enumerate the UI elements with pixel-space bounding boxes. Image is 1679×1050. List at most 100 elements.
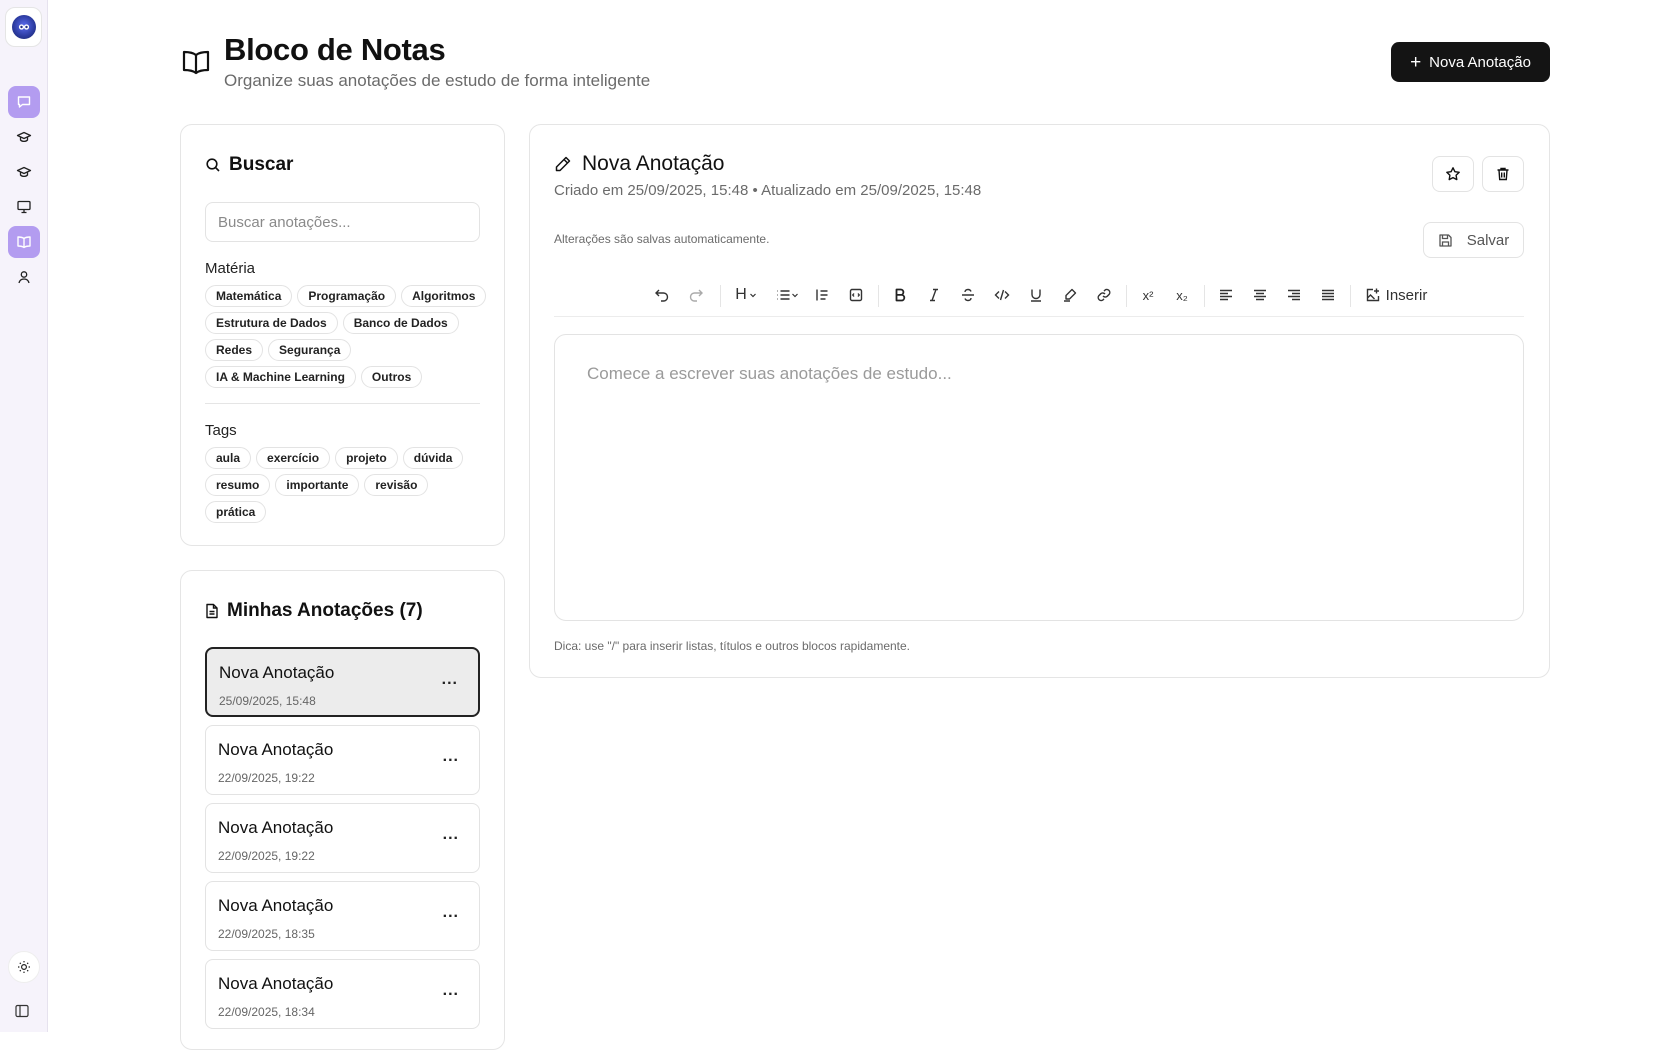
sidebar-item-presentations[interactable] [8,191,40,223]
editor-toolbar: H x² x₂ Inserir [554,275,1524,317]
note-date: 22/09/2025, 18:34 [218,1005,315,1019]
toolbar-separator [1350,285,1351,307]
search-panel-title: Buscar [205,154,293,176]
user-icon [18,271,30,284]
align-right-button[interactable] [1282,283,1306,307]
pencil-icon [555,156,571,172]
notes-list-panel: Minhas Anotações (7) Nova Anotação 25/09… [180,570,505,1050]
note-list-item[interactable]: Nova Anotação 22/09/2025, 18:34 ... [205,959,480,1029]
strikethrough-button[interactable] [956,283,980,307]
subject-chip[interactable]: Banco de Dados [342,312,459,334]
blockquote-button[interactable] [810,283,834,307]
book-open-icon [17,236,31,249]
tag-chip[interactable]: resumo [205,474,271,496]
search-input[interactable] [205,202,480,242]
subject-chip[interactable]: Programação [297,285,397,307]
note-list-item[interactable]: Nova Anotação 22/09/2025, 19:22 ... [205,803,480,873]
note-editor-panel: Nova Anotação Criado em 25/09/2025, 15:4… [529,124,1550,678]
toolbar-separator [1126,285,1127,307]
star-icon [1446,167,1460,181]
tag-chip[interactable]: importante [275,474,360,496]
more-options-icon[interactable]: ... [443,826,459,844]
redo-button[interactable] [684,283,708,307]
heading-icon: H [735,286,747,303]
trash-icon [1497,167,1509,181]
code-block-button[interactable] [844,283,868,307]
note-content-editor[interactable]: Comece a escrever suas anotações de estu… [554,334,1524,621]
redo-icon [689,289,703,302]
subject-chip[interactable]: Segurança [268,339,352,361]
save-button[interactable]: Salvar [1423,222,1524,258]
divider [205,403,480,404]
tags-label: Tags [205,422,237,439]
subscript-button[interactable]: x₂ [1170,283,1194,307]
note-editor-title[interactable]: Nova Anotação [554,152,724,176]
quote-icon [816,289,828,301]
sidebar-rail [0,0,48,1032]
favorite-button[interactable] [1432,156,1474,192]
new-note-button[interactable]: + Nova Anotação [1391,42,1550,82]
tag-chip[interactable]: prática [205,501,267,523]
sidebar-item-notes[interactable] [8,226,40,258]
editor-placeholder: Comece a escrever suas anotações de estu… [587,364,952,383]
book-open-icon [182,50,210,75]
align-center-button[interactable] [1248,283,1272,307]
sidebar-collapse-button[interactable] [12,1001,32,1021]
code-icon [994,289,1010,301]
subject-chip[interactable]: Matemática [205,285,293,307]
link-icon [1097,288,1111,302]
toolbar-separator [1204,285,1205,307]
sun-icon [18,961,30,973]
note-title: Nova Anotação [218,896,334,915]
more-options-icon[interactable]: ... [442,671,458,689]
note-list-item[interactable]: Nova Anotação 22/09/2025, 19:22 ... [205,725,480,795]
tag-chip[interactable]: aula [205,447,252,469]
chat-icon [17,96,31,108]
subject-chip[interactable]: Outros [360,366,423,388]
subject-chip[interactable]: Redes [205,339,264,361]
highlighter-icon [1064,288,1077,302]
italic-button[interactable] [922,283,946,307]
more-options-icon[interactable]: ... [443,904,459,922]
align-justify-button[interactable] [1316,283,1340,307]
strikethrough-icon [962,288,974,302]
bold-button[interactable] [888,283,912,307]
heading-dropdown[interactable]: H [730,283,762,307]
sidebar-item-classes[interactable] [8,156,40,188]
chevron-down-icon [749,293,756,298]
sidebar-item-courses[interactable] [8,121,40,153]
subject-chip[interactable]: IA & Machine Learning [205,366,356,388]
tag-chip[interactable]: dúvida [402,447,464,469]
list-dropdown[interactable] [772,283,802,307]
autosave-notice: Alterações são salvas automaticamente. [554,232,770,246]
theme-toggle[interactable] [8,951,40,983]
sidebar-item-chat[interactable] [8,86,40,118]
note-list-item[interactable]: Nova Anotação 25/09/2025, 15:48 ... [205,647,480,717]
align-left-button[interactable] [1214,283,1238,307]
tag-chip[interactable]: projeto [335,447,398,469]
inline-code-button[interactable] [990,283,1014,307]
insert-button[interactable]: Inserir [1360,283,1432,307]
undo-icon [655,289,669,302]
presentation-icon [17,200,31,214]
subject-chip[interactable]: Algoritmos [401,285,487,307]
tag-chip[interactable]: revisão [364,474,429,496]
highlight-button[interactable] [1058,283,1082,307]
image-plus-icon [1366,288,1379,302]
underline-button[interactable] [1024,283,1048,307]
note-date: 22/09/2025, 19:22 [218,849,315,863]
link-button[interactable] [1092,283,1116,307]
superscript-button[interactable]: x² [1136,283,1160,307]
tag-chip[interactable]: exercício [256,447,331,469]
more-options-icon[interactable]: ... [443,982,459,1000]
subject-chip[interactable]: Estrutura de Dados [205,312,338,334]
note-list-item[interactable]: Nova Anotação 22/09/2025, 18:35 ... [205,881,480,951]
more-options-icon[interactable]: ... [443,748,459,766]
editor-hint: Dica: use "/" para inserir listas, títul… [554,639,911,653]
delete-button[interactable] [1482,156,1524,192]
undo-button[interactable] [650,283,674,307]
file-text-icon [206,603,218,619]
note-date: 22/09/2025, 18:35 [218,927,315,941]
sidebar-item-profile[interactable] [8,261,40,293]
app-logo[interactable] [5,7,42,47]
